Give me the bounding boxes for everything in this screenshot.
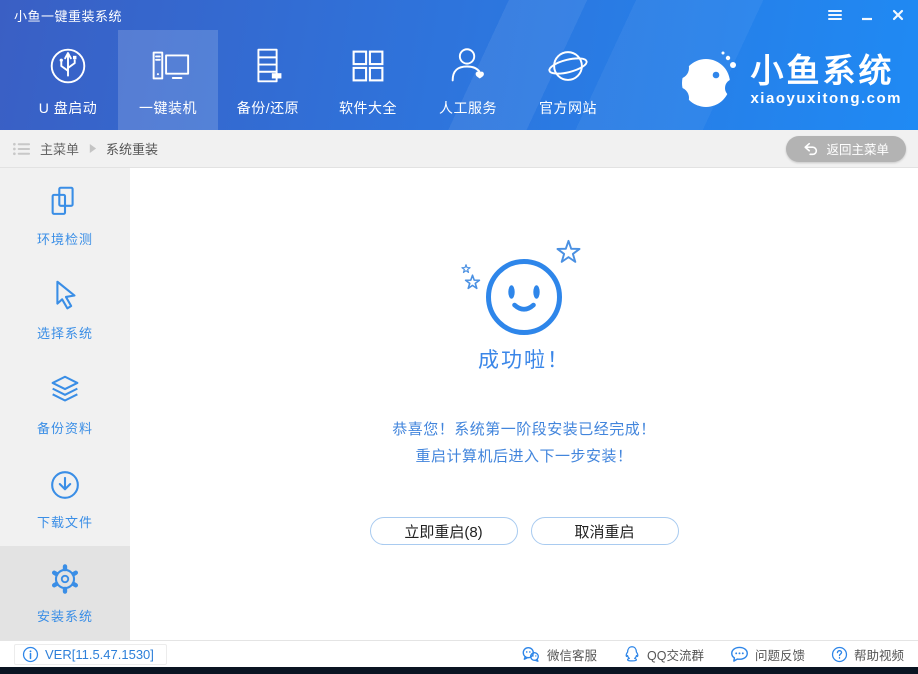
version-text: VER[11.5.47.1530]: [45, 647, 154, 662]
app-window: 小鱼一键重装系统: [0, 0, 918, 674]
back-to-main-menu-button[interactable]: 返回主菜单: [786, 136, 906, 162]
sidebar-item-download-files[interactable]: 下载文件: [0, 451, 130, 545]
install-gear-icon: [46, 560, 84, 598]
feedback-link[interactable]: 问题反馈: [730, 645, 805, 664]
nav-item-label: 官方网站: [539, 98, 597, 118]
minimize-icon[interactable]: [861, 9, 873, 21]
website-globe-icon: [545, 43, 591, 89]
list-icon: [12, 141, 31, 157]
body-row: 环境检测 选择系统 备份资料: [0, 168, 918, 640]
message-line-2: 重启计算机后进入下一步安装！: [392, 443, 656, 470]
brand-text: 小鱼系统 xiaoyuxitong.com: [750, 54, 902, 107]
nav-item-support[interactable]: 人工服务: [418, 30, 518, 130]
bottom-dark-strip: [0, 667, 918, 674]
server-backup-icon: [245, 43, 291, 89]
nav-item-one-click-install[interactable]: 一键装机: [118, 30, 218, 130]
menu-icon[interactable]: [828, 9, 842, 21]
backup-layers-icon: [46, 372, 84, 410]
smiley-face-icon: [481, 254, 567, 340]
brand-logo: 小鱼系统 xiaoyuxitong.com: [676, 30, 918, 130]
sidebar-item-install-system[interactable]: 安装系统: [0, 546, 130, 640]
brand-url: xiaoyuxitong.com: [750, 90, 902, 107]
chevron-right-icon: [88, 143, 97, 154]
sidebar-item-label: 选择系统: [37, 323, 93, 342]
return-arrow-icon: [803, 142, 819, 156]
help-video-link[interactable]: 帮助视频: [831, 645, 904, 664]
star-icon: [464, 274, 481, 291]
nav-item-usb-boot[interactable]: U 盘启动: [18, 30, 118, 130]
breadcrumb-bar: 主菜单 系统重装 返回主菜单: [0, 130, 918, 168]
breadcrumb-current: 系统重装: [106, 139, 158, 158]
qq-icon: [623, 645, 641, 663]
nav-item-label: 备份/还原: [237, 98, 299, 118]
nav-item-software[interactable]: 软件大全: [318, 30, 418, 130]
sidebar-item-label: 下载文件: [37, 512, 93, 531]
nav-item-label: 人工服务: [439, 98, 497, 118]
download-circle-icon: [46, 466, 84, 504]
help-circle-icon: [831, 646, 848, 663]
usb-icon: [45, 43, 91, 89]
action-buttons: 立即重启(8) 取消重启: [370, 517, 679, 545]
nav-item-label: U 盘启动: [39, 98, 98, 118]
select-system-cursor-icon: [46, 277, 84, 315]
brand-name: 小鱼系统: [750, 54, 902, 87]
star-icon: [461, 264, 471, 274]
sidebar-item-label: 环境检测: [37, 229, 93, 248]
qq-group-link[interactable]: QQ交流群: [623, 645, 704, 664]
back-button-label: 返回主菜单: [826, 139, 889, 158]
sidebar-item-backup-data[interactable]: 备份资料: [0, 357, 130, 451]
footer-link-label: QQ交流群: [647, 645, 704, 664]
wechat-icon: [521, 646, 541, 663]
footer-link-label: 微信客服: [547, 645, 597, 664]
star-icon: [555, 239, 582, 266]
message-line-1: 恭喜您！系统第一阶段安装已经完成！: [392, 416, 656, 443]
window-controls: [828, 9, 904, 21]
header: 小鱼一键重装系统: [0, 0, 918, 130]
window-title: 小鱼一键重装系统: [14, 6, 122, 25]
nav-item-backup-restore[interactable]: 备份/还原: [218, 30, 318, 130]
sidebar: 环境检测 选择系统 备份资料: [0, 168, 130, 640]
breadcrumb-root[interactable]: 主菜单: [40, 139, 79, 158]
sidebar-item-label: 备份资料: [37, 418, 93, 437]
success-title: 成功啦！: [478, 344, 570, 374]
cancel-restart-button[interactable]: 取消重启: [531, 517, 679, 545]
sidebar-item-env-check[interactable]: 环境检测: [0, 168, 130, 262]
nav-item-label: 软件大全: [339, 98, 397, 118]
nav-item-label: 一键装机: [139, 98, 197, 118]
success-message: 恭喜您！系统第一阶段安装已经完成！ 重启计算机后进入下一步安装！: [392, 416, 656, 470]
main-content: 成功啦！ 恭喜您！系统第一阶段安装已经完成！ 重启计算机后进入下一步安装！ 立即…: [130, 168, 918, 640]
feedback-bubble-icon: [730, 646, 749, 663]
footer-link-label: 问题反馈: [755, 645, 805, 664]
version-info: VER[11.5.47.1530]: [14, 644, 167, 665]
nav-item-website[interactable]: 官方网站: [518, 30, 618, 130]
footer-links: 微信客服 QQ交流群 问题反馈: [521, 645, 904, 664]
fish-logo-icon: [676, 48, 740, 112]
main-nav: U 盘启动 一键装机: [0, 30, 918, 130]
computer-icon: [145, 43, 191, 89]
success-illustration: [481, 254, 567, 340]
sidebar-item-select-system[interactable]: 选择系统: [0, 262, 130, 356]
support-person-icon: [445, 43, 491, 89]
status-bar: VER[11.5.47.1530] 微信客服: [0, 640, 918, 667]
close-icon[interactable]: [892, 9, 904, 21]
restart-now-button[interactable]: 立即重启(8): [370, 517, 518, 545]
environment-check-icon: [46, 183, 84, 221]
footer-link-label: 帮助视频: [854, 645, 904, 664]
software-grid-icon: [345, 43, 391, 89]
wechat-support-link[interactable]: 微信客服: [521, 645, 597, 664]
title-bar: 小鱼一键重装系统: [0, 0, 918, 30]
sidebar-item-label: 安装系统: [37, 606, 93, 625]
info-icon: [22, 646, 39, 663]
